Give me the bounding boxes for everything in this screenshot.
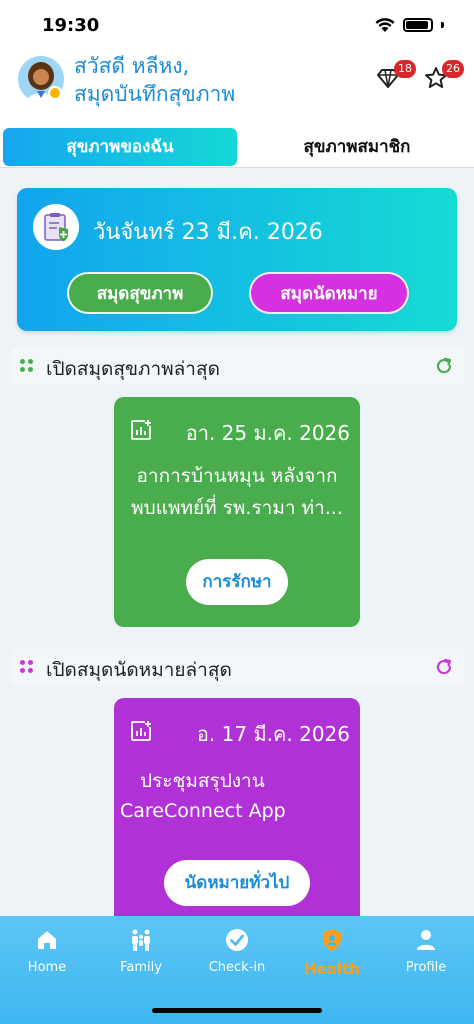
- tab-bar: สุขภาพของฉัน สุขภาพสมาชิก: [0, 126, 474, 168]
- gem-count-badge: 18: [394, 60, 416, 78]
- tab-my-health[interactable]: สุขภาพของฉัน: [3, 128, 237, 166]
- health-shield-icon: [323, 929, 341, 951]
- status-time: 19:30: [42, 15, 100, 36]
- home-indicator: [152, 1008, 322, 1013]
- chart-add-icon: [131, 721, 151, 741]
- latest-health-section-header: เปิดสมุดสุขภาพล่าสุด: [12, 348, 464, 384]
- appointment-book-button[interactable]: สมุดนัดหมาย: [249, 272, 409, 314]
- nav-family-label: Family: [120, 960, 162, 975]
- nav-health-label: Health: [304, 960, 360, 978]
- nav-health[interactable]: Health: [292, 928, 372, 978]
- latest-health-title: เปิดสมุดสุขภาพล่าสุด: [46, 358, 220, 380]
- nav-home-label: Home: [27, 960, 67, 975]
- health-record-desc-line-2: พบแพทย์ที่ รพ.รามา ท่า...: [131, 497, 343, 519]
- greeting: สวัสดี หลีหง, สมุดบันทึกสุขภาพ: [74, 52, 235, 108]
- latest-health-card[interactable]: อา. 25 ม.ค. 2026 อาการบ้านหมุน หลังจาก พ…: [114, 397, 360, 627]
- avatar-coin-badge: [48, 86, 62, 100]
- health-book-button[interactable]: สมุดสุขภาพ: [67, 272, 213, 314]
- home-icon: [38, 931, 56, 949]
- profile-icon: [417, 930, 435, 950]
- app-header: สวัสดี หลีหง, สมุดบันทึกสุขภาพ 18 26: [0, 50, 474, 126]
- nav-family[interactable]: Family: [101, 928, 181, 975]
- battery-tip: [441, 22, 444, 28]
- nav-profile-label: Profile: [405, 960, 447, 975]
- chart-add-icon: [131, 420, 151, 440]
- latest-appointment-card[interactable]: อ. 17 มี.ค. 2026 ประชุมสรุปงาน CareConne…: [114, 698, 360, 928]
- greeting-line-2: สมุดบันทึกสุขภาพ: [74, 82, 236, 106]
- nav-check-in[interactable]: Check-in: [197, 928, 277, 975]
- latest-appointment-title: เปิดสมุดนัดหมายล่าสุด: [46, 659, 232, 681]
- date-card: วันจันทร์ 23 มี.ค. 2026 สมุดสุขภาพ สมุดน…: [17, 188, 457, 331]
- greeting-line-1: สวัสดี หลีหง,: [74, 54, 190, 78]
- nav-profile[interactable]: Profile: [386, 928, 466, 975]
- battery-icon: [403, 18, 433, 32]
- refresh-icon[interactable]: [434, 356, 454, 376]
- star-count-badge: 26: [442, 60, 464, 78]
- treatment-button[interactable]: การรักษา: [186, 559, 288, 605]
- gem-button[interactable]: 18: [376, 60, 416, 92]
- health-record-date: อา. 25 ม.ค. 2026: [185, 421, 350, 445]
- appointment-desc-line-2: CareConnect App: [120, 800, 286, 822]
- status-icons: [375, 17, 444, 33]
- wifi-icon: [375, 18, 395, 32]
- purple-dots-icon: [20, 660, 34, 674]
- health-calendar-icon: [33, 204, 79, 250]
- appointment-date: อ. 17 มี.ค. 2026: [196, 722, 350, 746]
- status-bar: 19:30: [0, 0, 474, 50]
- health-record-desc-line-1: อาการบ้านหมุน หลังจาก: [136, 465, 338, 487]
- appointment-desc-line-1: ประชุมสรุปงาน: [140, 770, 265, 792]
- current-date: วันจันทร์ 23 มี.ค. 2026: [93, 220, 323, 245]
- family-icon: [132, 929, 150, 951]
- tab-member-health[interactable]: สุขภาพสมาชิก: [240, 128, 474, 166]
- check-in-icon: [226, 929, 248, 951]
- nav-check-in-label: Check-in: [208, 960, 266, 975]
- refresh-icon[interactable]: [434, 657, 454, 677]
- nav-home[interactable]: Home: [7, 928, 87, 975]
- general-appointment-button[interactable]: นัดหมายทั่วไป: [164, 860, 310, 906]
- star-button[interactable]: 26: [424, 60, 464, 92]
- latest-appointment-section-header: เปิดสมุดนัดหมายล่าสุด: [12, 649, 464, 685]
- green-dots-icon: [20, 359, 34, 373]
